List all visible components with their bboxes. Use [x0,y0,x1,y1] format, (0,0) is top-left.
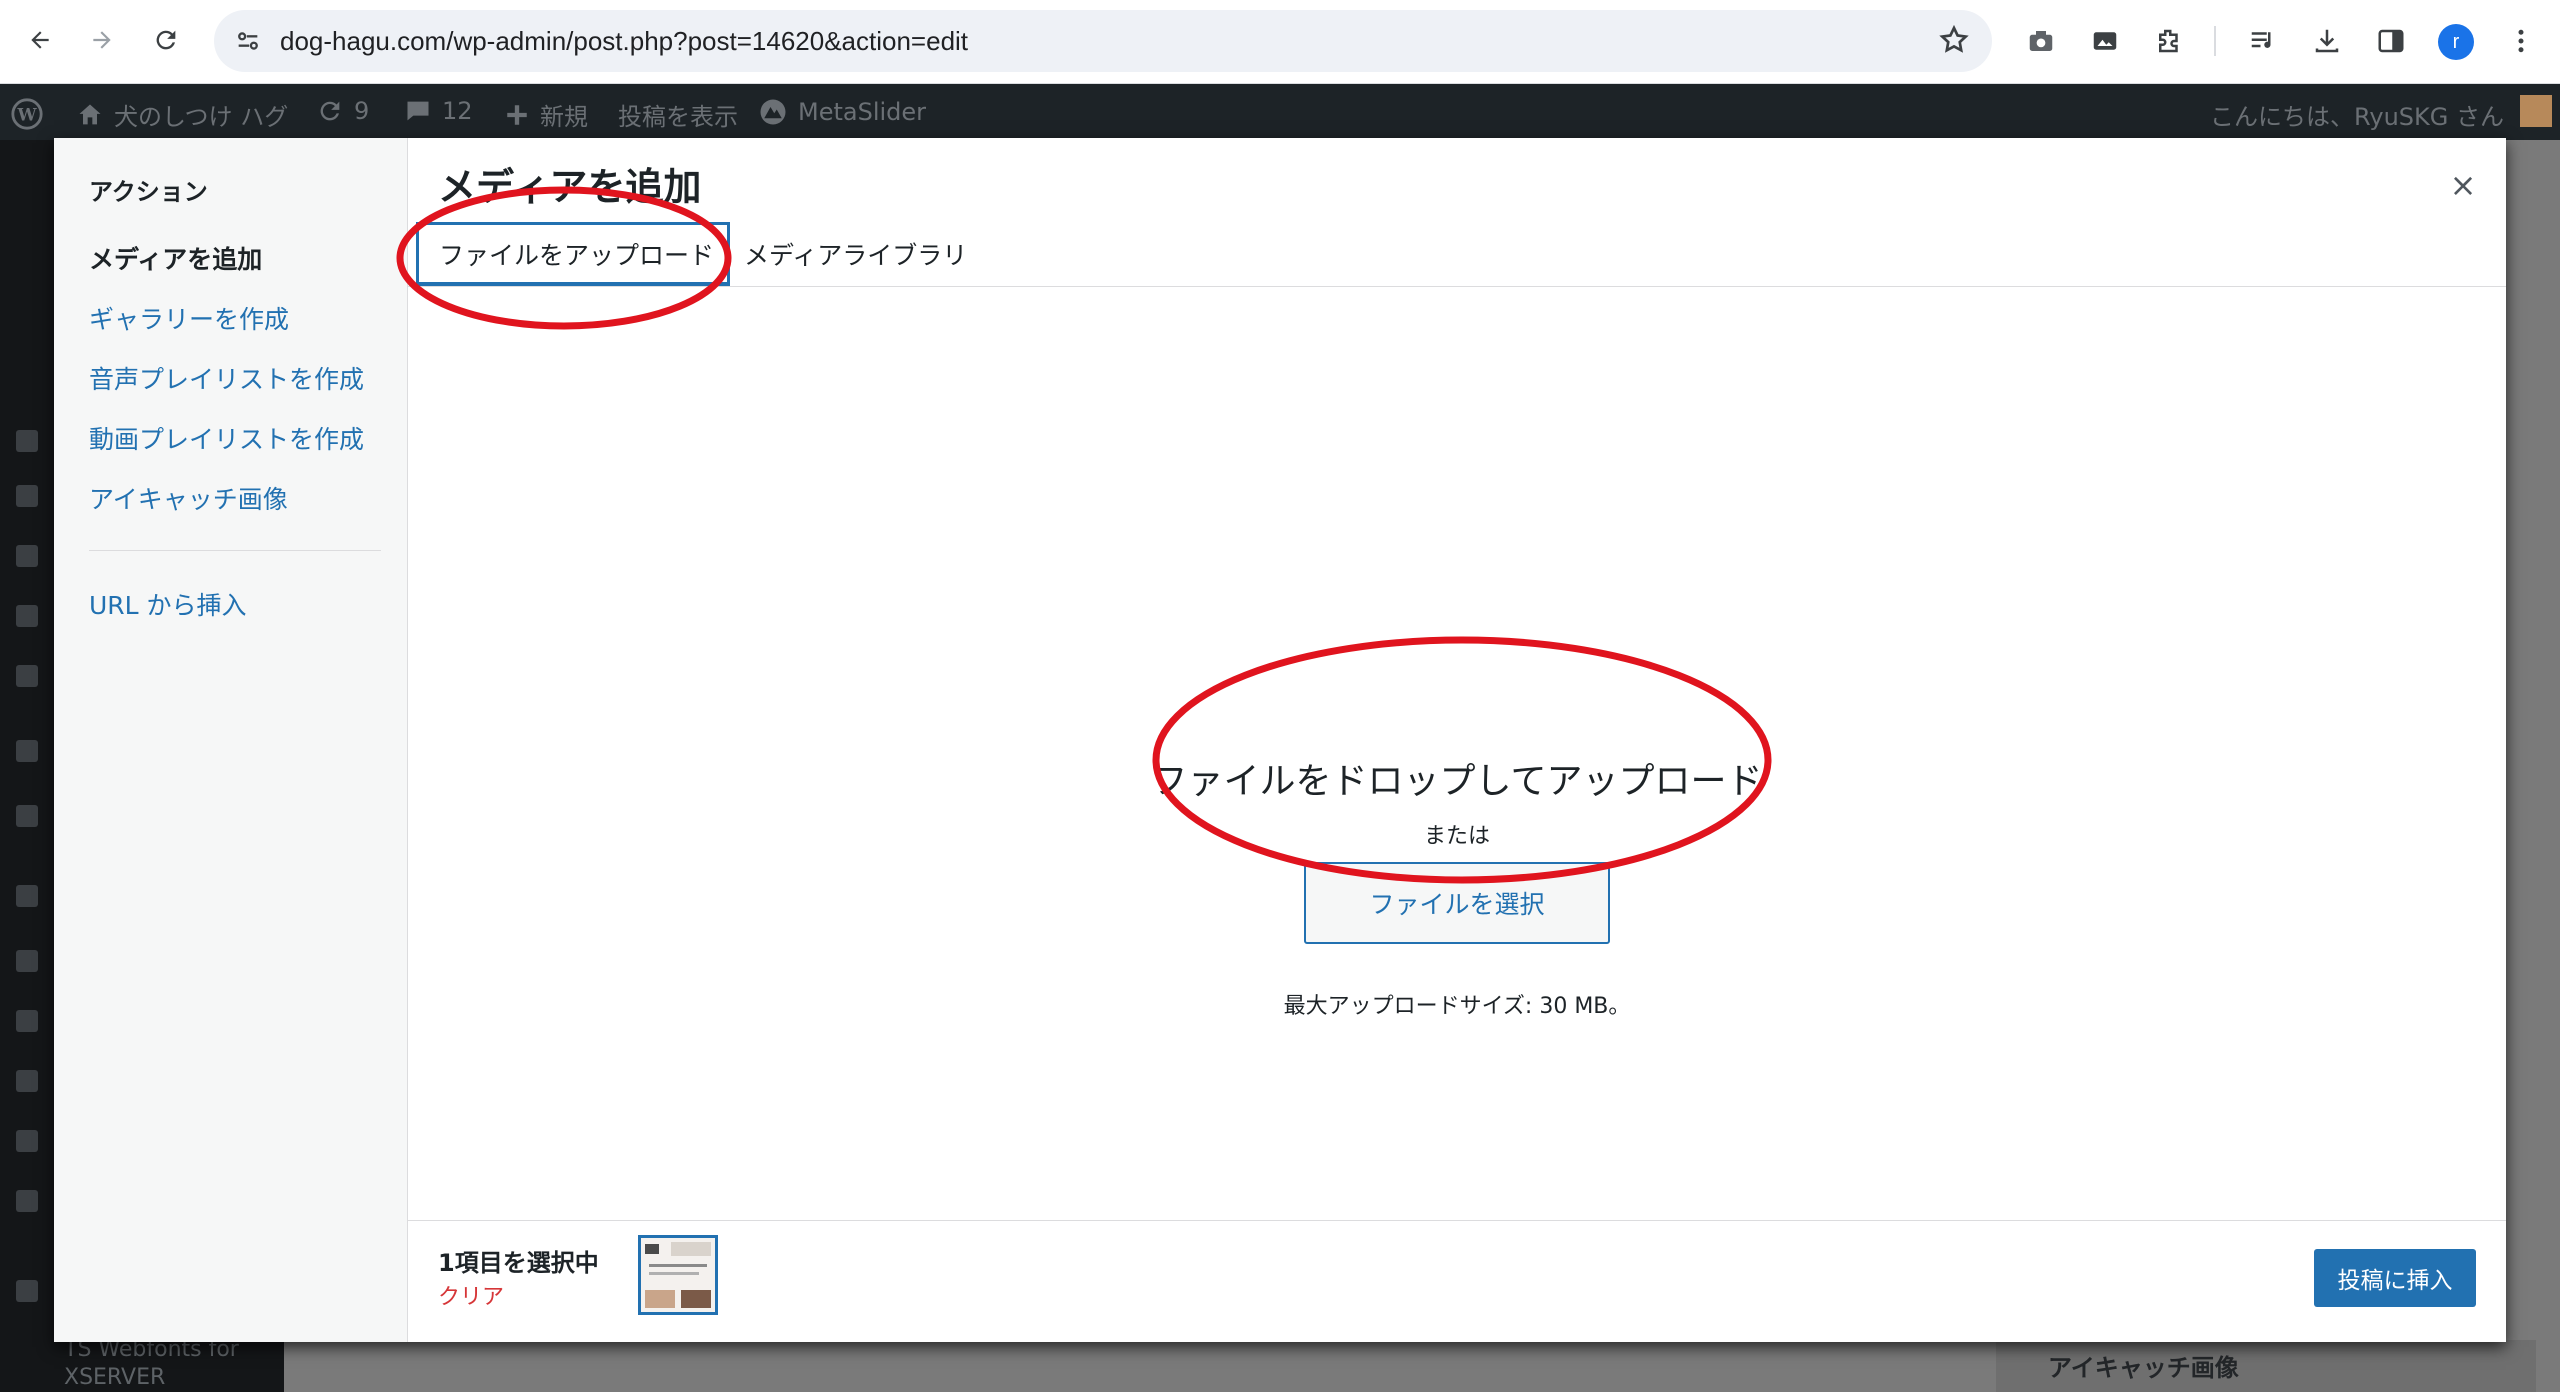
tab-upload-files[interactable]: ファイルをアップロード [416,222,730,286]
site-name-label: 犬のしつけ ハグ [114,103,289,131]
folder-menu-icon [16,805,38,827]
browser-toolbar: dog-hagu.com/wp-admin/post.php?post=1462… [0,0,2560,84]
back-icon[interactable] [18,18,62,62]
metaslider-label: MetaSlider [798,98,927,126]
wp-admin-bar: W 犬のしつけ ハグ 9 12 新規 投稿を表示 MetaSlider こんにち… [0,84,2560,140]
admin-sidebar [0,140,54,1392]
drop-instructions: ファイルをドロップしてアップロード [1151,761,1763,802]
plugin-menu-icon [16,740,38,762]
extensions-icon[interactable] [2148,20,2190,62]
account-menu[interactable]: こんにちは、RyuSKG さん [2210,97,2504,132]
site-settings-icon[interactable] [234,27,262,59]
metaslider-icon [760,99,786,125]
media-control-icon[interactable] [2242,20,2284,62]
mail-menu-icon [16,665,38,687]
more-menu-icon[interactable] [2500,20,2542,62]
users-menu-icon [16,1010,38,1032]
tools-menu-icon [16,1070,38,1092]
select-files-button[interactable]: ファイルを選択 [1304,862,1610,944]
featured-image-panel-title: アイキャッチ画像 [1996,1340,2536,1392]
selected-attachment-thumbnail[interactable] [638,1235,718,1315]
address-bar[interactable]: dog-hagu.com/wp-admin/post.php?post=1462… [214,10,1992,72]
site-name-link[interactable]: 犬のしつけ ハグ [76,97,288,132]
media-menu-icon [16,430,38,452]
menu-item-insert-from-url[interactable]: URL から挿入 [89,586,247,622]
shortcode-menu-icon [16,1190,38,1212]
wordpress-logo-icon[interactable]: W [10,97,44,131]
settings-menu-icon [16,1130,38,1152]
upload-drop-zone[interactable]: ファイルをドロップしてアップロード または ファイルを選択 最大アップロードサイ… [408,288,2506,1220]
plugins-menu-icon [16,950,38,972]
menu-item-add-media[interactable]: メディアを追加 [89,240,262,276]
menu-divider [89,550,381,551]
svg-text:W: W [16,105,37,125]
updates-link[interactable]: 9 [316,97,369,125]
metaslider-link[interactable]: MetaSlider [758,97,926,127]
pages-menu-icon [16,545,38,567]
comment-icon [407,101,429,121]
max-upload-size: 最大アップロードサイズ: 30 MB。 [1283,994,1631,1019]
comments-menu-icon [16,605,38,627]
toolbar-separator [2214,26,2216,56]
camera-icon[interactable] [2020,20,2062,62]
menu-item-video-playlist[interactable]: 動画プレイリストを作成 [89,420,364,456]
tab-divider [408,286,2506,287]
tab-media-library[interactable]: メディアライブラリ [724,222,987,286]
menu-item-audio-playlist[interactable]: 音声プレイリストを作成 [89,360,364,396]
url-text[interactable]: dog-hagu.com/wp-admin/post.php?post=1462… [280,26,968,57]
new-content-link[interactable]: 新規 [504,97,588,132]
greeting-text: こんにちは、RyuSKG さん [2210,103,2504,131]
view-post-label: 投稿を表示 [618,103,738,131]
addon-menu-icon [16,1280,38,1302]
or-text: または [1423,824,1490,849]
menu-item-create-gallery[interactable]: ギャラリーを作成 [89,300,289,336]
appearance-menu-icon [16,885,38,907]
updates-icon [320,101,340,121]
insert-into-post-button[interactable]: 投稿に挿入 [2314,1249,2476,1307]
media-modal: アクション メディアを追加 ギャラリーを作成 音声プレイリストを作成 動画プレイ… [54,138,2506,1342]
comments-count: 12 [442,97,473,125]
media-menu: アクション メディアを追加 ギャラリーを作成 音声プレイリストを作成 動画プレイ… [54,138,408,1342]
profile-avatar[interactable]: r [2438,24,2474,60]
forward-icon[interactable] [80,18,124,62]
side-panel-icon[interactable] [2370,20,2412,62]
download-icon[interactable] [2306,20,2348,62]
clear-selection-link[interactable]: クリア [438,1279,504,1311]
links-menu-icon [16,485,38,507]
updates-count: 9 [354,97,370,125]
media-toolbar: 1項目を選択中 クリア 投稿に挿入 [408,1220,2506,1342]
user-avatar[interactable] [2520,95,2552,127]
image-search-icon[interactable] [2084,20,2126,62]
close-icon[interactable]: × [2438,160,2488,210]
selection-count: 1項目を選択中 [438,1249,599,1277]
reload-icon[interactable] [144,18,188,62]
plus-icon [507,104,527,125]
new-label: 新規 [540,103,588,131]
home-icon [79,104,101,124]
menu-item-featured-image[interactable]: アイキャッチ画像 [89,480,288,516]
menu-heading: アクション [89,178,208,206]
modal-title: メディアを追加 [438,165,702,209]
comments-link[interactable]: 12 [404,97,473,125]
view-post-link[interactable]: 投稿を表示 [618,97,738,132]
bookmark-star-icon[interactable] [1938,24,1970,60]
